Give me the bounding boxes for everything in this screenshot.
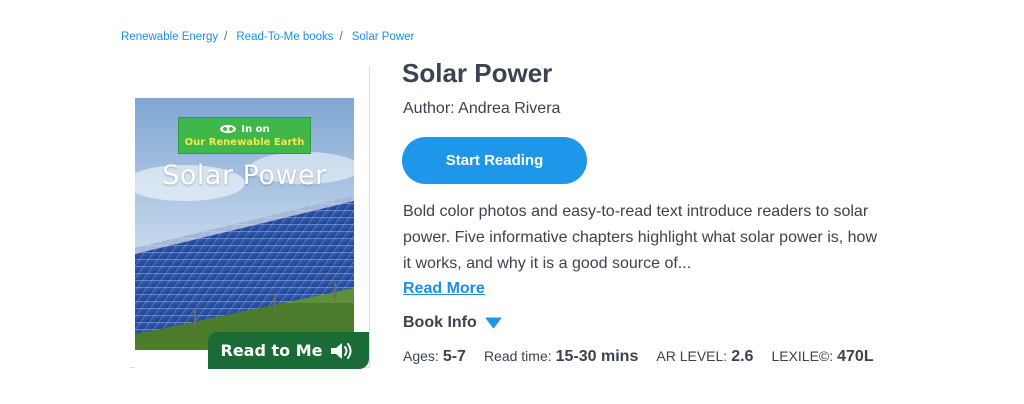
- read-to-me-button[interactable]: Read to Me: [208, 332, 369, 369]
- cover-title: Solar Power: [162, 160, 327, 191]
- book-cover-card: In on Our Renewable Earth Solar Power An…: [130, 66, 370, 398]
- breadcrumb: Renewable Energy / Read-To-Me books / So…: [121, 31, 414, 43]
- book-author: Author: Andrea Rivera: [403, 100, 561, 117]
- meta-readtime-value: 15-30 mins: [555, 348, 639, 365]
- breadcrumb-separator: /: [224, 31, 228, 43]
- meta-lexile: LEXILE©: 470L: [771, 348, 873, 366]
- book-title: Solar Power: [402, 58, 553, 88]
- book-meta: Ages: 5-7 Read time: 15-30 mins AR LEVEL…: [403, 348, 892, 366]
- meta-lexile-value: 470L: [837, 348, 874, 365]
- read-more-link[interactable]: Read More: [403, 280, 485, 298]
- book-description: Bold color photos and easy-to-read text …: [403, 203, 877, 272]
- meta-ar-level-label: AR LEVEL:: [656, 348, 728, 364]
- meta-ar-level: AR LEVEL: 2.6: [656, 348, 753, 366]
- meta-lexile-label: LEXILE©:: [771, 348, 834, 364]
- series-logo-icon: [220, 125, 237, 133]
- start-reading-button[interactable]: Start Reading: [402, 137, 587, 184]
- breadcrumb-link-solar-power[interactable]: Solar Power: [352, 31, 415, 43]
- read-to-me-label: Read to Me: [220, 341, 323, 360]
- breadcrumb-link-read-to-me-books[interactable]: Read-To-Me books: [236, 31, 333, 43]
- series-line2: Our Renewable Earth: [184, 136, 305, 148]
- meta-ages-value: 5-7: [442, 348, 466, 365]
- series-line1: In on: [241, 123, 270, 135]
- speaker-icon: [331, 342, 352, 359]
- caret-down-icon: [485, 317, 502, 329]
- breadcrumb-link-renewable-energy[interactable]: Renewable Energy: [121, 31, 218, 43]
- book-info-toggle[interactable]: Book Info: [403, 314, 502, 332]
- meta-readtime: Read time: 15-30 mins: [484, 348, 638, 366]
- series-badge: In on Our Renewable Earth: [178, 117, 311, 154]
- meta-readtime-label: Read time:: [483, 348, 552, 364]
- meta-ar-level-value: 2.6: [731, 348, 754, 365]
- meta-ages: Ages: 5-7: [403, 348, 466, 366]
- breadcrumb-separator: /: [339, 31, 343, 43]
- book-info-label: Book Info: [403, 314, 477, 331]
- meta-ages-label: Ages:: [403, 348, 439, 364]
